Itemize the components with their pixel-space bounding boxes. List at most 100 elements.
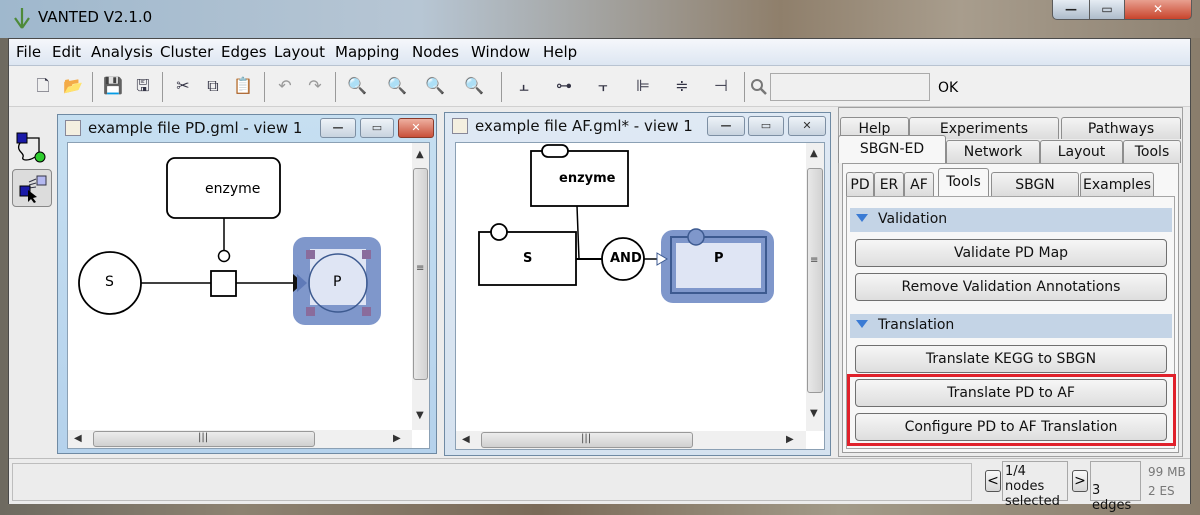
scroll-left-icon[interactable]: ◀: [74, 433, 82, 444]
toolbar-separator: [335, 72, 336, 102]
scroll-down-icon[interactable]: ▼: [416, 410, 424, 421]
section-translation[interactable]: Translation: [850, 314, 1172, 338]
minimize-icon: —: [332, 121, 344, 134]
view-title-bar[interactable]: example file PD.gml - view 1 — ▭ ✕: [58, 115, 436, 141]
highlight-annotation-box: [847, 374, 1176, 446]
scroll-right-icon[interactable]: ▶: [786, 434, 794, 445]
align-middle-icon[interactable]: ⊶: [552, 74, 576, 98]
new-file-icon[interactable]: 🗋: [31, 74, 55, 98]
vanted-logo-icon: [14, 8, 30, 29]
view-title-bar[interactable]: example file AF.gml* - view 1 — ▭ ✕: [445, 113, 830, 139]
select-tool-button[interactable]: [12, 169, 52, 207]
zoom-in-icon[interactable]: 🔍: [385, 74, 409, 98]
remove-validation-annotations-button[interactable]: Remove Validation Annotations: [855, 273, 1167, 301]
view-maximize-button[interactable]: ▭: [360, 118, 394, 138]
zoom-out-icon[interactable]: 🔍: [345, 74, 369, 98]
nodes-selected-label: selected: [1005, 494, 1060, 509]
scroll-thumb[interactable]: [807, 168, 823, 393]
maximize-icon: ▭: [760, 119, 772, 132]
menu-edges[interactable]: Edges: [221, 43, 267, 61]
minimize-button[interactable]: —: [1052, 0, 1090, 20]
graph-canvas[interactable]: enzyme S P ▲ ≡ ▼ ◀ ||| ▶: [67, 142, 430, 449]
view-maximize-button[interactable]: ▭: [748, 116, 784, 136]
horizontal-scrollbar[interactable]: ◀ ||| ▶: [68, 430, 412, 448]
toolbar-separator: [744, 72, 745, 102]
select-tool-icon: [19, 175, 47, 203]
close-button[interactable]: ✕: [1124, 0, 1192, 20]
toolbar-separator: [92, 72, 93, 102]
translate-kegg-to-sbgn-button[interactable]: Translate KEGG to SBGN: [855, 345, 1167, 373]
align-top-icon[interactable]: ⫟: [591, 74, 615, 98]
view-close-button[interactable]: ✕: [788, 116, 826, 136]
view-close-button[interactable]: ✕: [398, 118, 434, 138]
menu-nodes[interactable]: Nodes: [412, 43, 459, 61]
menu-analysis[interactable]: Analysis: [91, 43, 153, 61]
view-minimize-button[interactable]: —: [707, 116, 745, 136]
tab-sbgn-ed[interactable]: SBGN-ED: [838, 135, 946, 163]
toolbar-separator: [162, 72, 163, 102]
es-count: 2 ES: [1148, 484, 1175, 498]
tool-strip: [9, 107, 55, 457]
align-right-icon[interactable]: ⊣: [709, 74, 733, 98]
subtab-er[interactable]: ER: [874, 172, 904, 196]
align-center-icon[interactable]: ≑: [670, 74, 694, 98]
menu-file[interactable]: File: [16, 43, 41, 61]
search-input[interactable]: [770, 73, 930, 101]
save-icon[interactable]: 💾: [101, 74, 125, 98]
process-node: [210, 270, 237, 297]
scroll-up-icon[interactable]: ▲: [416, 149, 424, 160]
menu-window[interactable]: Window: [471, 43, 530, 61]
validate-pd-map-button[interactable]: Validate PD Map: [855, 239, 1167, 267]
scroll-thumb[interactable]: [413, 168, 428, 380]
copy-icon[interactable]: ⧉: [201, 74, 225, 98]
subtab-af[interactable]: AF: [904, 172, 934, 196]
menu-edit[interactable]: Edit: [52, 43, 81, 61]
next-selection-button[interactable]: >: [1072, 470, 1088, 492]
horizontal-scrollbar[interactable]: ◀ ||| ▶: [456, 431, 806, 449]
menu-mapping[interactable]: Mapping: [335, 43, 399, 61]
cut-icon[interactable]: ✂: [171, 74, 195, 98]
zoom-fit-icon[interactable]: 🔍: [462, 74, 486, 98]
p-label: P: [714, 251, 724, 266]
save-as-icon[interactable]: 🖫: [131, 74, 155, 98]
scroll-right-icon[interactable]: ▶: [393, 433, 401, 444]
java-file-icon: [65, 120, 81, 136]
subtab-examples[interactable]: Examples: [1080, 172, 1154, 196]
prev-selection-button[interactable]: <: [985, 470, 1001, 492]
menu-bar: File Edit Analysis Cluster Edges Layout …: [9, 39, 1190, 66]
scroll-up-icon[interactable]: ▲: [810, 148, 818, 159]
scroll-down-icon[interactable]: ▼: [810, 408, 818, 419]
zoom-1-1-icon[interactable]: 🔍: [423, 74, 447, 98]
subtab-sbgn-bricks[interactable]: SBGN Bricks: [991, 172, 1079, 217]
menu-help[interactable]: Help: [543, 43, 577, 61]
maximize-icon: ▭: [1101, 2, 1113, 16]
tab-tools[interactable]: Tools: [1123, 140, 1181, 163]
edge-tool-icon[interactable]: [15, 131, 49, 163]
vertical-scrollbar[interactable]: ▲ ≡ ▼: [412, 143, 429, 430]
section-validation[interactable]: Validation: [850, 208, 1172, 232]
subtab-pd[interactable]: PD: [846, 172, 874, 196]
paste-icon[interactable]: 📋: [231, 74, 255, 98]
title-bar: [0, 0, 1200, 38]
redo-icon[interactable]: ↷: [303, 74, 327, 98]
maximize-button[interactable]: ▭: [1089, 0, 1125, 20]
vertical-scrollbar[interactable]: ▲ ≡ ▼: [806, 143, 824, 431]
open-folder-icon[interactable]: 📂: [61, 74, 85, 98]
tab-layout[interactable]: Layout: [1040, 140, 1123, 163]
search-ok-button[interactable]: OK: [938, 80, 958, 96]
align-bottom-icon[interactable]: ⫠: [512, 74, 536, 98]
graph-canvas[interactable]: enzyme S AND P ▲ ≡ ▼ ◀ ||| ▶: [455, 142, 825, 450]
subtab-tools[interactable]: Tools: [938, 168, 989, 197]
close-icon: ✕: [411, 121, 421, 134]
menu-layout[interactable]: Layout: [274, 43, 325, 61]
section-title: Translation: [878, 317, 955, 333]
align-left-icon[interactable]: ⊫: [631, 74, 655, 98]
scroll-left-icon[interactable]: ◀: [462, 434, 470, 445]
grip-icon: |||: [581, 433, 592, 444]
view-minimize-button[interactable]: —: [320, 118, 356, 138]
undo-icon[interactable]: ↶: [273, 74, 297, 98]
tab-pathways[interactable]: Pathways: [1061, 117, 1181, 139]
toolbar-separator: [501, 72, 502, 102]
menu-cluster[interactable]: Cluster: [160, 43, 213, 61]
tab-network[interactable]: Network: [946, 140, 1040, 163]
